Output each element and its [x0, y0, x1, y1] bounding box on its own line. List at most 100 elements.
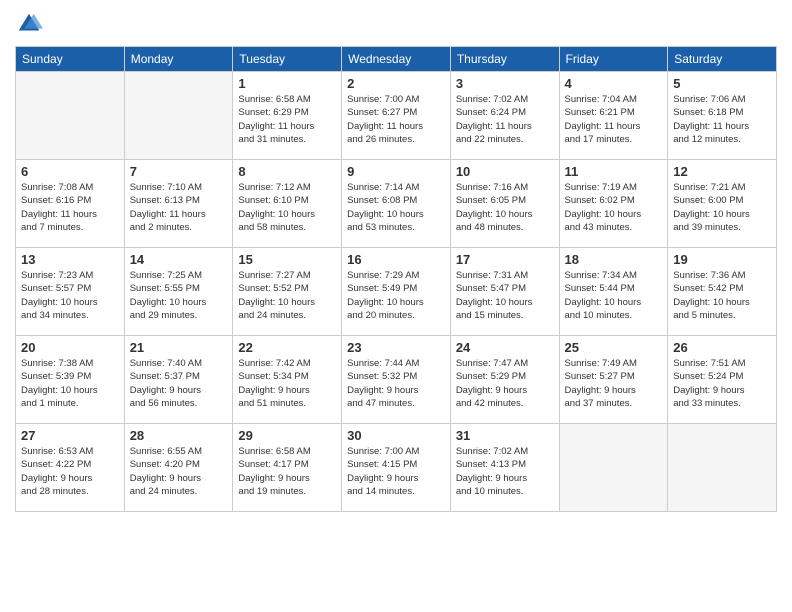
day-number: 25	[565, 340, 663, 355]
calendar-cell: 22Sunrise: 7:42 AM Sunset: 5:34 PM Dayli…	[233, 336, 342, 424]
calendar-cell	[16, 72, 125, 160]
calendar-cell: 17 Sunrise: 7:31 AM Sunset: 5:47 PM Dayli…	[450, 248, 559, 336]
calendar-cell: 18 Sunrise: 7:34 AM Sunset: 5:44 PM Dayli…	[559, 248, 668, 336]
calendar-cell: 19Sunrise: 7:36 AM Sunset: 5:42 PM Dayli…	[668, 248, 777, 336]
header-cell-wednesday: Wednesday	[342, 47, 451, 72]
day-detail: Sunrise: 6:55 AM Sunset: 4:20 PM Dayligh…	[130, 445, 228, 498]
day-detail: Sunrise: 6:58 AM Sunset: 4:17 PM Dayligh…	[238, 445, 336, 498]
calendar-cell: 15Sunrise: 7:27 AM Sunset: 5:52 PM Dayli…	[233, 248, 342, 336]
day-detail: Sunrise: 7:14 AM Sunset: 6:08 PM Dayligh…	[347, 181, 445, 234]
calendar-cell	[559, 424, 668, 512]
day-number: 7	[130, 164, 228, 179]
day-detail: Sunrise: 7:44 AM Sunset: 5:32 PM Dayligh…	[347, 357, 445, 410]
day-number: 1	[238, 76, 336, 91]
day-detail: Sunrise: 6:53 AM Sunset: 4:22 PM Dayligh…	[21, 445, 119, 498]
day-detail: Sunrise: 7:00 AM Sunset: 4:15 PM Dayligh…	[347, 445, 445, 498]
header-cell-monday: Monday	[124, 47, 233, 72]
calendar-cell: 5 Sunrise: 7:06 AM Sunset: 6:18 PM Daylig…	[668, 72, 777, 160]
day-detail: Sunrise: 7:25 AM Sunset: 5:55 PM Dayligh…	[130, 269, 228, 322]
calendar-cell: 3Sunrise: 7:02 AM Sunset: 6:24 PM Daylig…	[450, 72, 559, 160]
calendar-cell: 16 Sunrise: 7:29 AM Sunset: 5:49 PM Dayli…	[342, 248, 451, 336]
calendar-row-3: 20 Sunrise: 7:38 AM Sunset: 5:39 PM Dayli…	[16, 336, 777, 424]
day-detail: Sunrise: 7:04 AM Sunset: 6:21 PM Dayligh…	[565, 93, 663, 146]
day-detail: Sunrise: 7:19 AM Sunset: 6:02 PM Dayligh…	[565, 181, 663, 234]
day-detail: Sunrise: 7:51 AM Sunset: 5:24 PM Dayligh…	[673, 357, 771, 410]
calendar-cell: 8 Sunrise: 7:12 AM Sunset: 6:10 PM Daylig…	[233, 160, 342, 248]
calendar-header: SundayMondayTuesdayWednesdayThursdayFrid…	[16, 47, 777, 72]
day-detail: Sunrise: 7:40 AM Sunset: 5:37 PM Dayligh…	[130, 357, 228, 410]
calendar-cell: 1 Sunrise: 6:58 AM Sunset: 6:29 PM Daylig…	[233, 72, 342, 160]
calendar-cell: 26 Sunrise: 7:51 AM Sunset: 5:24 PM Dayli…	[668, 336, 777, 424]
calendar-row-4: 27 Sunrise: 6:53 AM Sunset: 4:22 PM Dayli…	[16, 424, 777, 512]
calendar-cell: 27 Sunrise: 6:53 AM Sunset: 4:22 PM Dayli…	[16, 424, 125, 512]
day-detail: Sunrise: 7:10 AM Sunset: 6:13 PM Dayligh…	[130, 181, 228, 234]
calendar-cell: 24 Sunrise: 7:47 AM Sunset: 5:29 PM Dayli…	[450, 336, 559, 424]
day-number: 11	[565, 164, 663, 179]
day-number: 20	[21, 340, 119, 355]
header	[15, 10, 777, 38]
day-number: 31	[456, 428, 554, 443]
day-detail: Sunrise: 7:34 AM Sunset: 5:44 PM Dayligh…	[565, 269, 663, 322]
header-cell-sunday: Sunday	[16, 47, 125, 72]
day-detail: Sunrise: 7:38 AM Sunset: 5:39 PM Dayligh…	[21, 357, 119, 410]
day-detail: Sunrise: 7:08 AM Sunset: 6:16 PM Dayligh…	[21, 181, 119, 234]
page: SundayMondayTuesdayWednesdayThursdayFrid…	[0, 0, 792, 612]
day-number: 13	[21, 252, 119, 267]
day-number: 29	[238, 428, 336, 443]
day-detail: Sunrise: 7:21 AM Sunset: 6:00 PM Dayligh…	[673, 181, 771, 234]
calendar-cell: 9 Sunrise: 7:14 AM Sunset: 6:08 PM Daylig…	[342, 160, 451, 248]
calendar-body: 1 Sunrise: 6:58 AM Sunset: 6:29 PM Daylig…	[16, 72, 777, 512]
day-number: 17	[456, 252, 554, 267]
day-detail: Sunrise: 7:47 AM Sunset: 5:29 PM Dayligh…	[456, 357, 554, 410]
day-number: 3	[456, 76, 554, 91]
calendar-cell: 20 Sunrise: 7:38 AM Sunset: 5:39 PM Dayli…	[16, 336, 125, 424]
calendar-cell: 30Sunrise: 7:00 AM Sunset: 4:15 PM Dayli…	[342, 424, 451, 512]
day-number: 4	[565, 76, 663, 91]
day-number: 19	[673, 252, 771, 267]
day-number: 27	[21, 428, 119, 443]
day-number: 12	[673, 164, 771, 179]
day-number: 23	[347, 340, 445, 355]
calendar-cell: 6Sunrise: 7:08 AM Sunset: 6:16 PM Daylig…	[16, 160, 125, 248]
calendar-cell: 2Sunrise: 7:00 AM Sunset: 6:27 PM Daylig…	[342, 72, 451, 160]
calendar-cell: 14 Sunrise: 7:25 AM Sunset: 5:55 PM Dayli…	[124, 248, 233, 336]
day-number: 10	[456, 164, 554, 179]
calendar-cell	[124, 72, 233, 160]
header-row: SundayMondayTuesdayWednesdayThursdayFrid…	[16, 47, 777, 72]
day-number: 18	[565, 252, 663, 267]
day-detail: Sunrise: 6:58 AM Sunset: 6:29 PM Dayligh…	[238, 93, 336, 146]
calendar-cell: 23 Sunrise: 7:44 AM Sunset: 5:32 PM Dayli…	[342, 336, 451, 424]
calendar-row-1: 6Sunrise: 7:08 AM Sunset: 6:16 PM Daylig…	[16, 160, 777, 248]
calendar-cell: 7 Sunrise: 7:10 AM Sunset: 6:13 PM Daylig…	[124, 160, 233, 248]
day-detail: Sunrise: 7:06 AM Sunset: 6:18 PM Dayligh…	[673, 93, 771, 146]
calendar-cell: 12 Sunrise: 7:21 AM Sunset: 6:00 PM Dayli…	[668, 160, 777, 248]
day-number: 15	[238, 252, 336, 267]
day-detail: Sunrise: 7:12 AM Sunset: 6:10 PM Dayligh…	[238, 181, 336, 234]
day-number: 2	[347, 76, 445, 91]
header-cell-saturday: Saturday	[668, 47, 777, 72]
day-number: 9	[347, 164, 445, 179]
day-detail: Sunrise: 7:49 AM Sunset: 5:27 PM Dayligh…	[565, 357, 663, 410]
day-detail: Sunrise: 7:16 AM Sunset: 6:05 PM Dayligh…	[456, 181, 554, 234]
day-number: 28	[130, 428, 228, 443]
day-number: 24	[456, 340, 554, 355]
calendar-cell: 29 Sunrise: 6:58 AM Sunset: 4:17 PM Dayli…	[233, 424, 342, 512]
calendar-row-2: 13 Sunrise: 7:23 AM Sunset: 5:57 PM Dayli…	[16, 248, 777, 336]
calendar-cell: 4 Sunrise: 7:04 AM Sunset: 6:21 PM Daylig…	[559, 72, 668, 160]
calendar-cell: 25 Sunrise: 7:49 AM Sunset: 5:27 PM Dayli…	[559, 336, 668, 424]
day-number: 26	[673, 340, 771, 355]
calendar-cell: 21Sunrise: 7:40 AM Sunset: 5:37 PM Dayli…	[124, 336, 233, 424]
logo-icon	[15, 10, 43, 38]
calendar-cell	[668, 424, 777, 512]
day-number: 8	[238, 164, 336, 179]
day-number: 16	[347, 252, 445, 267]
day-detail: Sunrise: 7:29 AM Sunset: 5:49 PM Dayligh…	[347, 269, 445, 322]
day-number: 14	[130, 252, 228, 267]
day-detail: Sunrise: 7:23 AM Sunset: 5:57 PM Dayligh…	[21, 269, 119, 322]
day-detail: Sunrise: 7:02 AM Sunset: 4:13 PM Dayligh…	[456, 445, 554, 498]
day-detail: Sunrise: 7:31 AM Sunset: 5:47 PM Dayligh…	[456, 269, 554, 322]
logo	[15, 10, 47, 38]
calendar-cell: 10 Sunrise: 7:16 AM Sunset: 6:05 PM Dayli…	[450, 160, 559, 248]
day-number: 5	[673, 76, 771, 91]
header-cell-friday: Friday	[559, 47, 668, 72]
